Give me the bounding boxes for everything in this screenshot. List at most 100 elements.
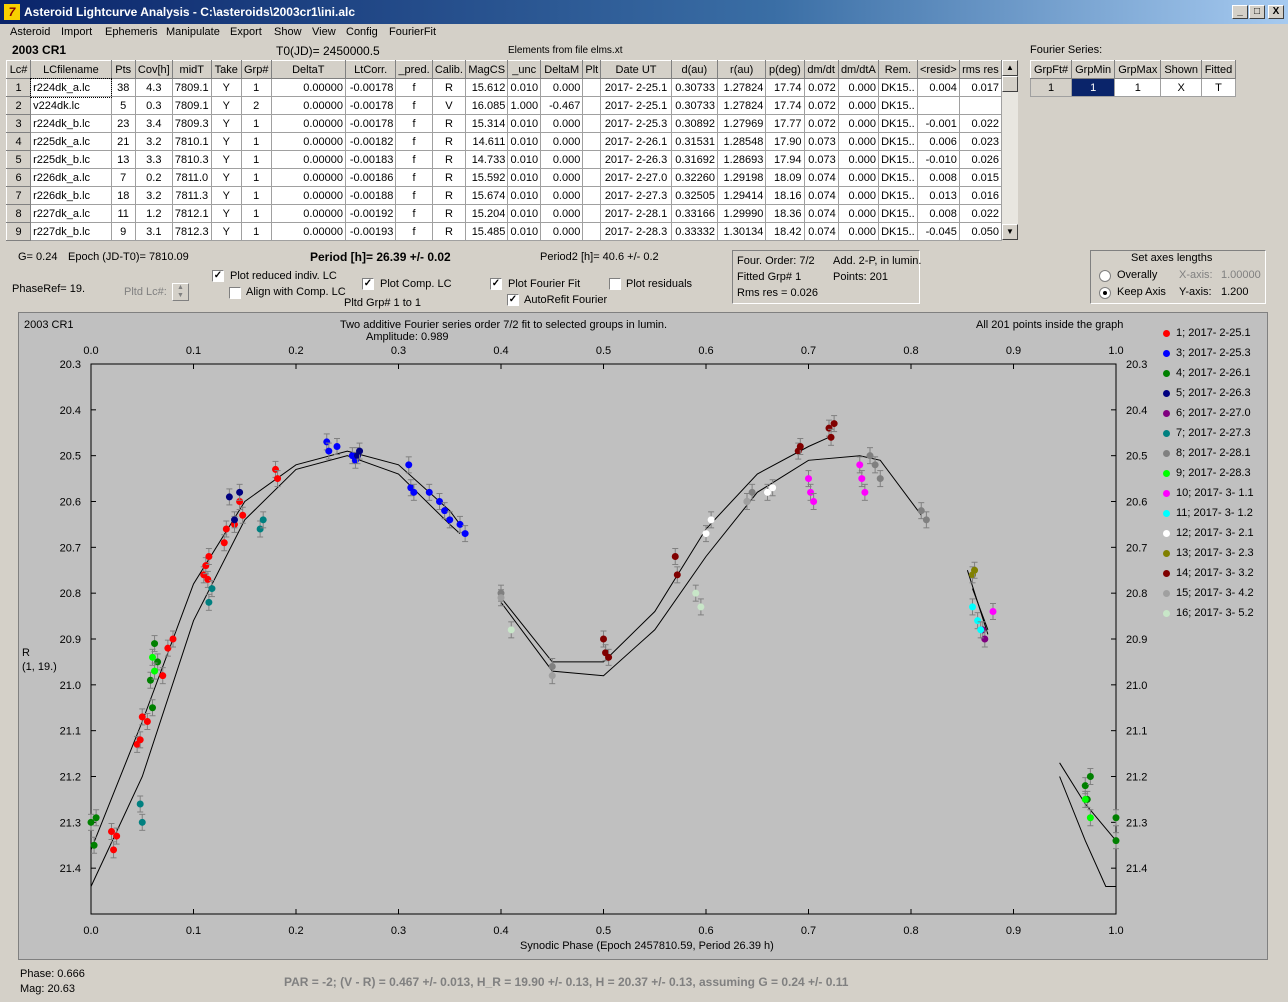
y-tick-label-left: 20.8 [60,588,81,600]
y-tick-label-right: 21.3 [1126,817,1147,829]
legend-marker [1163,389,1170,397]
y-tick-label-left: 20.6 [60,497,81,509]
data-point [136,795,144,813]
legend-marker [1163,529,1170,537]
y-tick-label-left: 20.3 [60,359,81,371]
y-tick-label-left: 21.0 [60,680,81,692]
data-point [425,483,433,501]
legend-item: 15; 2017- 3- 4.2 [1163,587,1254,599]
y-tick-label-left: 21.1 [60,726,81,738]
legend-marker [1163,369,1170,377]
legend-label: 8; 2017- 2-28.1 [1176,447,1251,459]
legend-label: 5; 2017- 2-26.3 [1176,387,1251,399]
x-tick-label-top: 0.8 [903,345,918,357]
legend-item: 4; 2017- 2-26.1 [1163,367,1251,379]
x-tick-label-bottom: 0.6 [698,925,713,937]
legend-label: 1; 2017- 2-25.1 [1176,327,1251,339]
x-tick-label-top: 0.3 [391,345,406,357]
legend-item: 6; 2017- 2-27.0 [1163,407,1251,419]
legend-marker [1163,349,1170,357]
legend-label: 12; 2017- 3- 2.1 [1176,527,1254,539]
x-tick-label-top: 0.4 [493,345,508,357]
data-point [673,566,681,584]
data-point [259,511,267,529]
legend-marker [1163,489,1170,497]
data-point [461,525,469,543]
x-tick-label-top: 0.2 [288,345,303,357]
data-point [507,621,515,639]
data-point [90,836,98,854]
cursor-phase: Phase: 0.666 [20,968,85,980]
x-tick-label-top: 0.6 [698,345,713,357]
legend-item: 5; 2017- 2-26.3 [1163,387,1251,399]
data-point [164,639,172,657]
y-tick-label-left: 21.2 [60,772,81,784]
y-tick-label-left: 20.9 [60,634,81,646]
data-point [671,548,679,565]
data-point [748,483,756,501]
y-tick-label-right: 20.3 [1126,359,1147,371]
data-point [866,447,874,465]
data-point [1112,809,1120,827]
data-point [1086,809,1094,827]
y-tick-label-right: 21.1 [1126,726,1147,738]
data-point [456,515,464,533]
y-tick-label-left: 21.3 [60,817,81,829]
legend-item: 13; 2017- 3- 2.3 [1163,547,1254,559]
y-tick-label-left: 21.4 [60,863,81,875]
legend-marker [1163,509,1170,517]
legend-item: 14; 2017- 3- 3.2 [1163,567,1254,579]
legend-marker [1163,549,1170,557]
legend-item: 12; 2017- 3- 2.1 [1163,527,1254,539]
legend-marker [1163,469,1170,477]
legend-marker [1163,409,1170,417]
data-point [743,493,751,510]
data-point [989,603,997,620]
y-tick-label-left: 20.4 [60,405,81,417]
fourier-fit-curve [90,455,461,887]
data-point [1112,832,1120,850]
legend-item: 1; 2017- 2-25.1 [1163,327,1251,339]
data-point [138,813,146,831]
y-tick-label-right: 20.7 [1126,542,1147,554]
x-tick-label-bottom: 0.7 [801,925,816,937]
fourier-fit-curve [500,436,830,663]
data-point [548,667,556,685]
data-point [225,488,233,506]
y-tick-label-right: 20.8 [1126,588,1147,600]
legend-item: 10; 2017- 3- 1.1 [1163,487,1254,499]
x-tick-label-top: 0.7 [801,345,816,357]
data-point [236,483,244,501]
data-point [146,671,154,689]
legend-label: 10; 2017- 3- 1.1 [1176,487,1254,499]
y-tick-label-right: 20.4 [1126,405,1147,417]
x-tick-label-bottom: 0.4 [493,925,508,937]
legend-label: 4; 2017- 2-26.1 [1176,367,1251,379]
legend-marker [1163,569,1170,577]
legend-label: 7; 2017- 2-27.3 [1176,427,1251,439]
legend-item: 3; 2017- 2-25.3 [1163,347,1251,359]
legend-label: 15; 2017- 3- 4.2 [1176,587,1254,599]
x-tick-label-top: 0.5 [596,345,611,357]
data-point [436,493,443,510]
y-tick-label-left: 20.5 [60,451,81,463]
legend-marker [1163,329,1170,337]
legend-label: 3; 2017- 2-25.3 [1176,347,1251,359]
cursor-mag: Mag: 20.63 [20,983,76,995]
x-tick-label-top: 0.1 [186,345,201,357]
legend-marker [1163,429,1170,437]
legend-label: 16; 2017- 3- 5.2 [1176,607,1254,619]
x-tick-label-bottom: 0.3 [391,925,406,937]
legend-item: 11; 2017- 3- 1.2 [1163,507,1253,519]
data-point [256,520,264,538]
legend-item: 8; 2017- 2-28.1 [1163,447,1251,459]
legend-marker [1163,449,1170,457]
data-point [917,502,925,520]
x-tick-label-bottom: 0.5 [596,925,611,937]
lightcurve-chart: 0.0 0.0 0.1 0.1 0.2 0.2 0.3 0.3 0.4 0.4 0.5 0.5 0.6 0… [60,345,1148,937]
data-point [922,511,930,529]
y-tick-label-right: 21.0 [1126,680,1147,692]
x-tick-label-top: 1.0 [1108,345,1123,357]
x-tick-label-bottom: 0.8 [903,925,918,937]
legend-label: 14; 2017- 3- 3.2 [1176,567,1254,579]
